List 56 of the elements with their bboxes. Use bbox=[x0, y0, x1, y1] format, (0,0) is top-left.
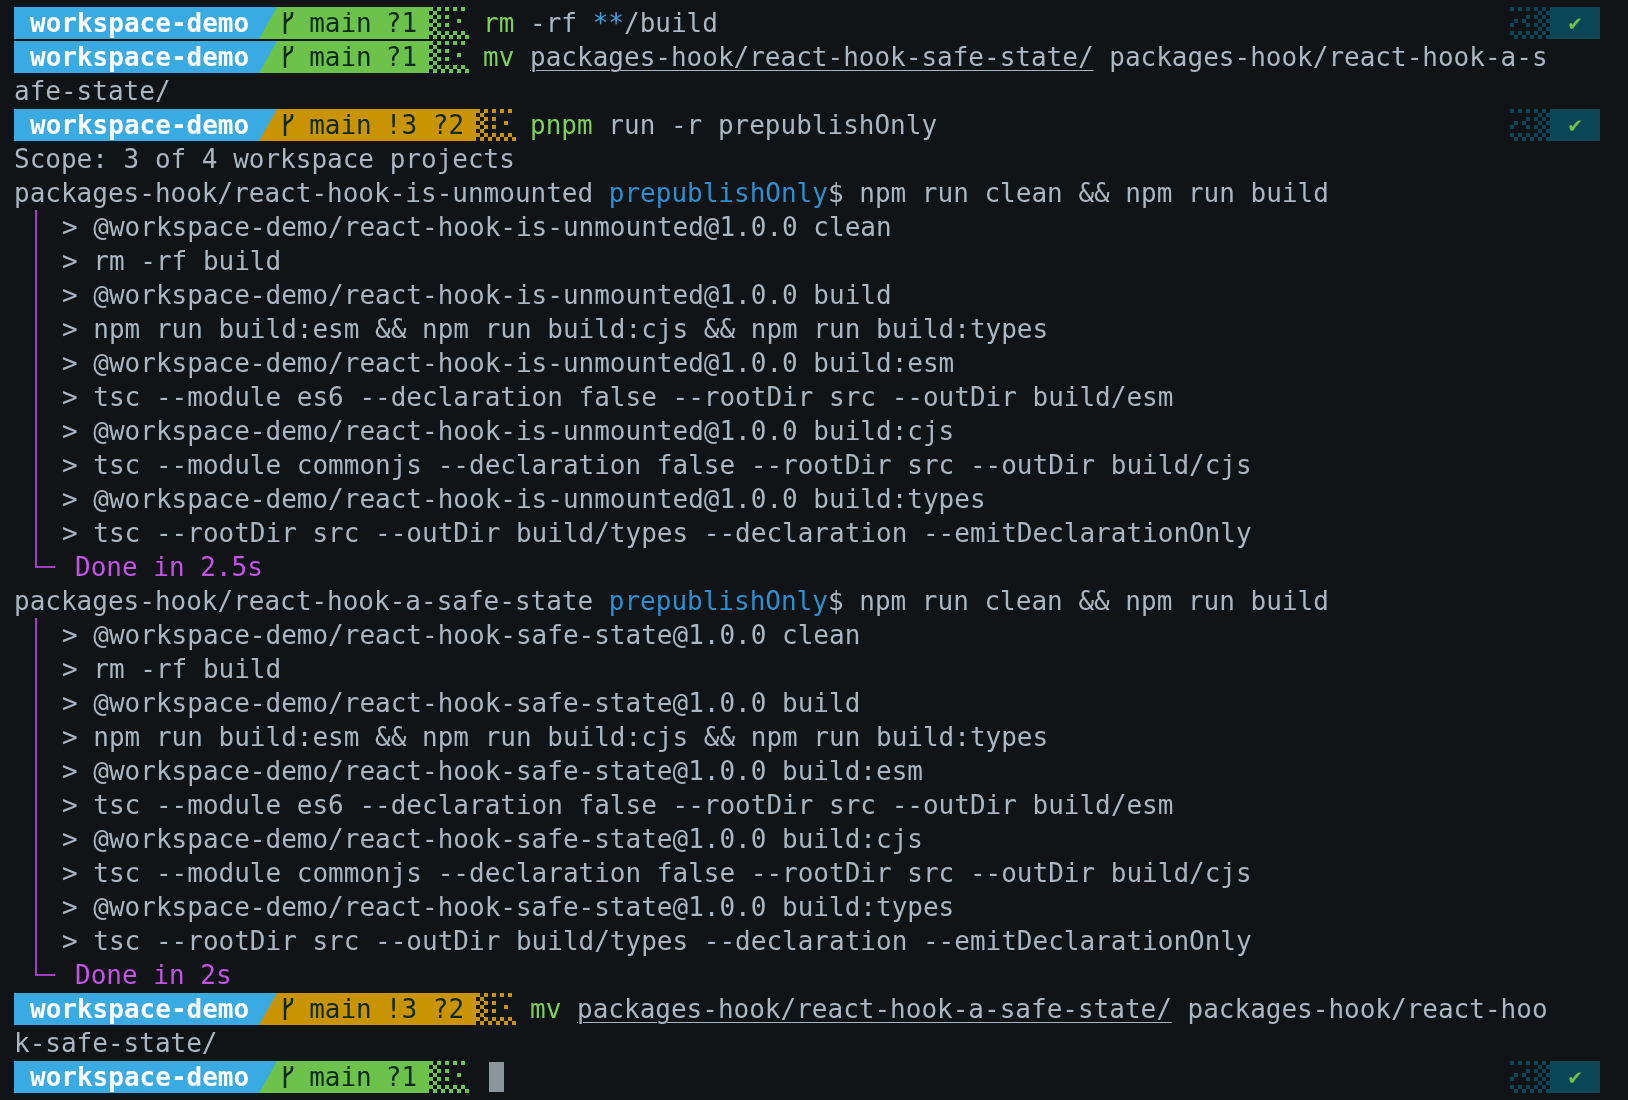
branch-icon bbox=[281, 996, 296, 1022]
output-line: > @workspace-demo/react-hook-is-unmounted@1.0.0 build:types bbox=[62, 483, 986, 516]
status-segment: ✔ bbox=[1550, 7, 1600, 39]
branch-icon bbox=[281, 112, 296, 138]
output-line: > rm -rf build bbox=[62, 653, 282, 686]
output-line: > tsc --rootDir src --outDir build/types --declaration --emitDeclarationOnly bbox=[62, 925, 1252, 958]
package-path: packages-hook/react-hook-a-safe-state bbox=[14, 585, 594, 618]
output-line: k-safe-state/ bbox=[14, 1027, 218, 1060]
output-line: > npm run build:esm && npm run build:cjs && npm run build:types bbox=[62, 721, 1049, 754]
output-line: > @workspace-demo/react-hook-safe-state@1.0.0 build:cjs bbox=[62, 823, 923, 856]
done-message: Done in 2.5s bbox=[75, 551, 263, 584]
status-segment: ✔ bbox=[1550, 109, 1600, 141]
git-status: !3 ?2 bbox=[385, 109, 465, 142]
branch-name: main bbox=[309, 7, 372, 40]
output-line: afe-state/ bbox=[14, 75, 171, 108]
output-line: > tsc --module commonjs --declaration false --rootDir src --outDir build/cjs bbox=[62, 449, 1252, 482]
branch-name: main bbox=[309, 109, 372, 142]
branch-icon bbox=[281, 10, 296, 36]
branch-icon bbox=[281, 1064, 296, 1090]
dither-separator-icon bbox=[1510, 109, 1550, 141]
output-line: > @workspace-demo/react-hook-is-unmounted@1.0.0 build:cjs bbox=[62, 415, 955, 448]
package-path: packages-hook/react-hook-is-unmounted bbox=[14, 177, 594, 210]
status-segment: ✔ bbox=[1550, 1061, 1600, 1093]
output-line: > @workspace-demo/react-hook-safe-state@1.0.0 build:esm bbox=[62, 755, 923, 788]
output-line: > @workspace-demo/react-hook-safe-state@1.0.0 build bbox=[62, 687, 861, 720]
output-line: > @workspace-demo/react-hook-is-unmounted@1.0.0 build:esm bbox=[62, 347, 955, 380]
output-line: > npm run build:esm && npm run build:cjs && npm run build:types bbox=[62, 313, 1049, 346]
script-name: prepublishOnly bbox=[608, 177, 828, 210]
dither-separator-icon bbox=[1510, 1061, 1550, 1093]
git-status: !3 ?2 bbox=[385, 993, 465, 1026]
output-line: > rm -rf build bbox=[62, 245, 282, 278]
output-line: > @workspace-demo/react-hook-safe-state@1.0.0 clean bbox=[62, 619, 861, 652]
git-status: ?1 bbox=[385, 7, 418, 40]
output-line: > tsc --module es6 --declaration false --rootDir src --outDir build/esm bbox=[62, 789, 1174, 822]
script-name: prepublishOnly bbox=[608, 585, 828, 618]
output-line: > tsc --rootDir src --outDir build/types --declaration --emitDeclarationOnly bbox=[62, 517, 1252, 550]
run-command: $ npm run clean && npm run build bbox=[827, 177, 1329, 210]
command-text: pnpm run -r prepublishOnly bbox=[530, 109, 938, 142]
git-status: ?1 bbox=[385, 41, 418, 74]
branch-name: main bbox=[309, 41, 372, 74]
branch-icon bbox=[281, 44, 296, 70]
output-line: > @workspace-demo/react-hook-is-unmounted@1.0.0 build bbox=[62, 279, 892, 312]
command-text: mv packages-hook/react-hook-a-safe-state/ packages-hook/react-hoo bbox=[530, 993, 1548, 1026]
command-text: mv packages-hook/react-hook-safe-state/ packages-hook/react-hook-a-s bbox=[483, 41, 1548, 74]
output-line: > tsc --module commonjs --declaration false --rootDir src --outDir build/cjs bbox=[62, 857, 1252, 890]
output-line: > @workspace-demo/react-hook-safe-state@1.0.0 build:types bbox=[62, 891, 955, 924]
git-status: ?1 bbox=[385, 1061, 418, 1094]
branch-name: main bbox=[309, 1061, 372, 1094]
output-line: > tsc --module es6 --declaration false --rootDir src --outDir build/esm bbox=[62, 381, 1174, 414]
output-line: > @workspace-demo/react-hook-is-unmounted@1.0.0 clean bbox=[62, 211, 892, 244]
command-text: rm -rf **/build bbox=[483, 7, 718, 40]
dither-separator-icon bbox=[1510, 7, 1550, 39]
branch-name: main bbox=[309, 993, 372, 1026]
done-message: Done in 2s bbox=[75, 959, 232, 992]
run-command: $ npm run clean && npm run build bbox=[827, 585, 1329, 618]
output-line: Scope: 3 of 4 workspace projects bbox=[14, 143, 515, 176]
